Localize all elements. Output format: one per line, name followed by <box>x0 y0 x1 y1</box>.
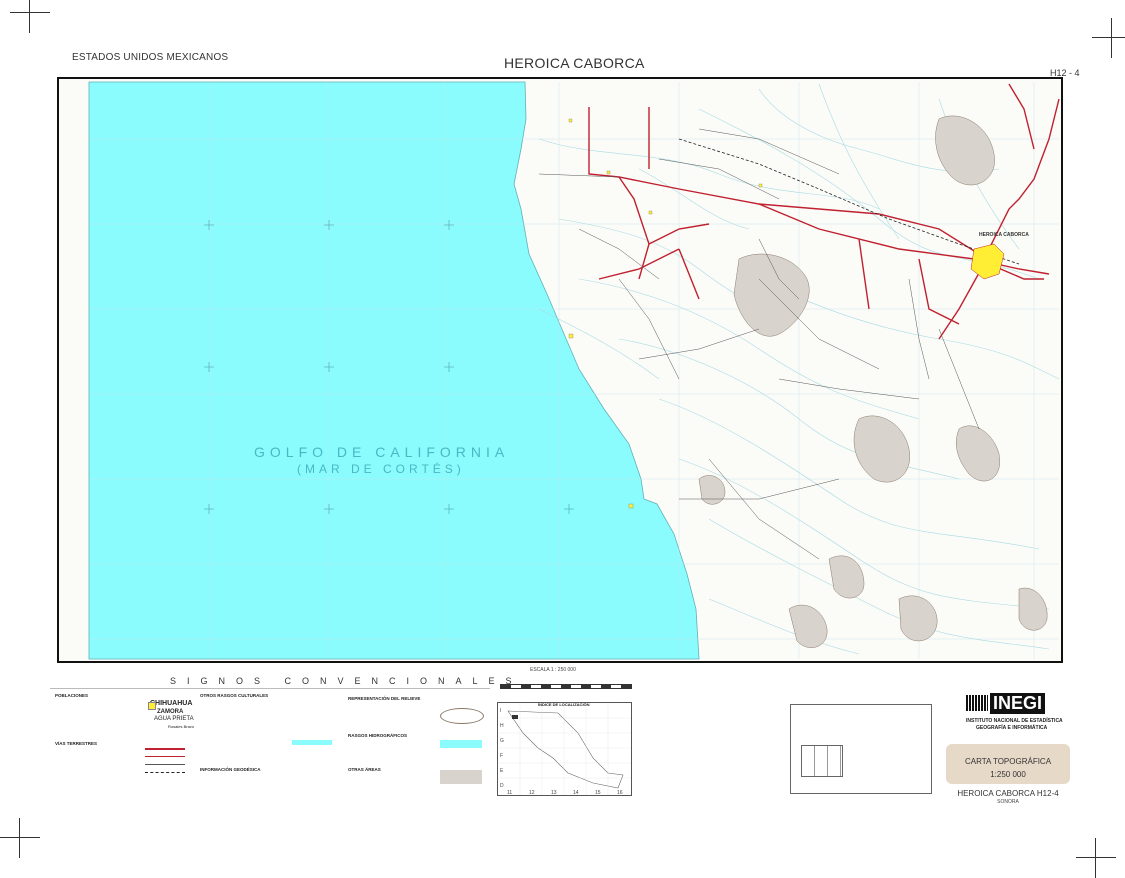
index-row-f: F <box>500 753 504 759</box>
legend-road-swatch-3 <box>145 764 185 765</box>
legend-city-sample-3: AGUA PRIETA <box>154 716 194 722</box>
index-map <box>497 702 632 796</box>
legend-areas: OTRAS ÁREAS <box>348 767 381 772</box>
legend-hidro: RASGOS HIDROGRÁFICOS <box>348 733 408 738</box>
legend-geodesica: INFORMACIÓN GEODÉSICA <box>200 767 261 772</box>
index-map-title: ÍNDICE DE LOCALIZACIÓN <box>538 702 590 707</box>
sheet-name: HEROICA CABORCA H12-4 <box>957 789 1059 798</box>
city-label: HEROICA CABORCA <box>979 232 1029 238</box>
legend-poblaciones: POBLACIONES <box>55 693 89 698</box>
map-canvas[interactable] <box>59 79 1063 663</box>
legend-relieve: REPRESENTACIÓN DEL RELIEVE <box>348 696 421 701</box>
registration-mark-bottom-right <box>1076 838 1116 878</box>
gulf-alt-name: (MAR DE CORTÉS) <box>297 462 465 476</box>
inegi-name-line1: INSTITUTO NACIONAL DE ESTADÍSTICA <box>966 718 1063 724</box>
inegi-name-line2: GEOGRAFÍA E INFORMÁTICA <box>976 725 1048 731</box>
carta-scale: 1:250 000 <box>990 770 1026 779</box>
map-frame[interactable]: GOLFO DE CALIFORNIA (MAR DE CORTÉS) HERO… <box>57 77 1063 663</box>
inegi-logo-icon <box>966 695 988 711</box>
index-col-12: 12 <box>529 790 535 796</box>
legend-relief-sample <box>440 708 484 724</box>
registration-mark-top-left <box>10 0 50 33</box>
page-title: HEROICA CABORCA <box>504 55 645 71</box>
registration-mark-bottom-left <box>0 818 40 858</box>
legend-rail-swatch <box>145 772 185 773</box>
map-scale-label: ESCALA 1 : 250 000 <box>530 667 576 673</box>
index-row-d: D <box>500 783 504 789</box>
index-row-h: H <box>500 723 504 729</box>
legend-city-swatch <box>148 702 156 710</box>
index-col-14: 14 <box>573 790 579 796</box>
index-row-i: I <box>500 708 502 714</box>
index-col-16: 16 <box>617 790 623 796</box>
index-row-e: E <box>500 768 504 774</box>
state-name: SONORA <box>997 799 1019 805</box>
legend-road-swatch-2 <box>145 756 185 757</box>
index-col-11: 11 <box>507 790 513 796</box>
index-col-15: 15 <box>595 790 601 796</box>
legend-vias: VÍAS TERRESTRES <box>55 741 98 746</box>
instr-grid <box>801 745 843 777</box>
legend-city-sample-1: CHIHUAHUA <box>150 700 193 707</box>
inegi-logo: INEGI <box>990 693 1046 714</box>
legend-otros: OTROS RASGOS CULTURALES <box>200 693 269 698</box>
country-label: ESTADOS UNIDOS MEXICANOS <box>72 52 229 63</box>
legend-area-swatch <box>440 770 482 784</box>
coordinate-instructions-box <box>790 704 932 794</box>
legend-canal-swatch <box>292 740 332 745</box>
legend-divider <box>50 688 490 689</box>
legend-road-swatch-1 <box>145 748 185 750</box>
index-col-13: 13 <box>551 790 557 796</box>
gulf-name: GOLFO DE CALIFORNIA <box>254 444 510 460</box>
legend-water-swatch <box>440 740 482 748</box>
scale-bar <box>500 684 632 689</box>
carta-title: CARTA TOPOGRÁFICA <box>964 757 1052 766</box>
index-row-g: G <box>500 738 504 744</box>
legend-city-sample-4: Rosales Bravo <box>168 724 195 729</box>
legend-title: SIGNOS CONVENCIONALES <box>170 676 523 686</box>
legend-city-sample-2: ZAMORA <box>157 709 184 715</box>
registration-mark-top-right <box>1092 18 1125 58</box>
